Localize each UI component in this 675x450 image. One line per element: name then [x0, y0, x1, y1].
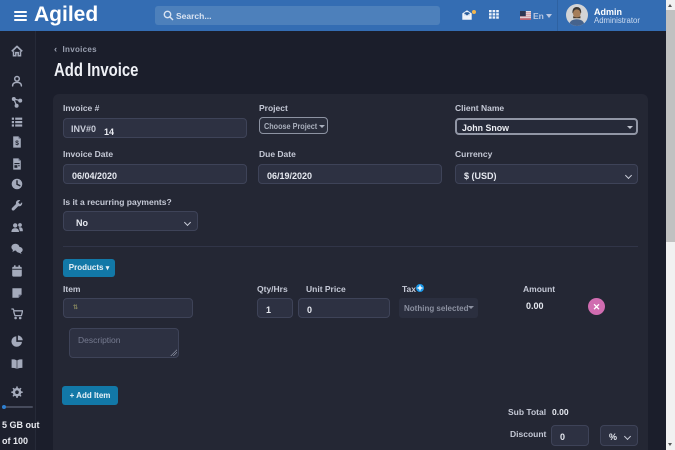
svg-text:$: $ [15, 140, 19, 147]
